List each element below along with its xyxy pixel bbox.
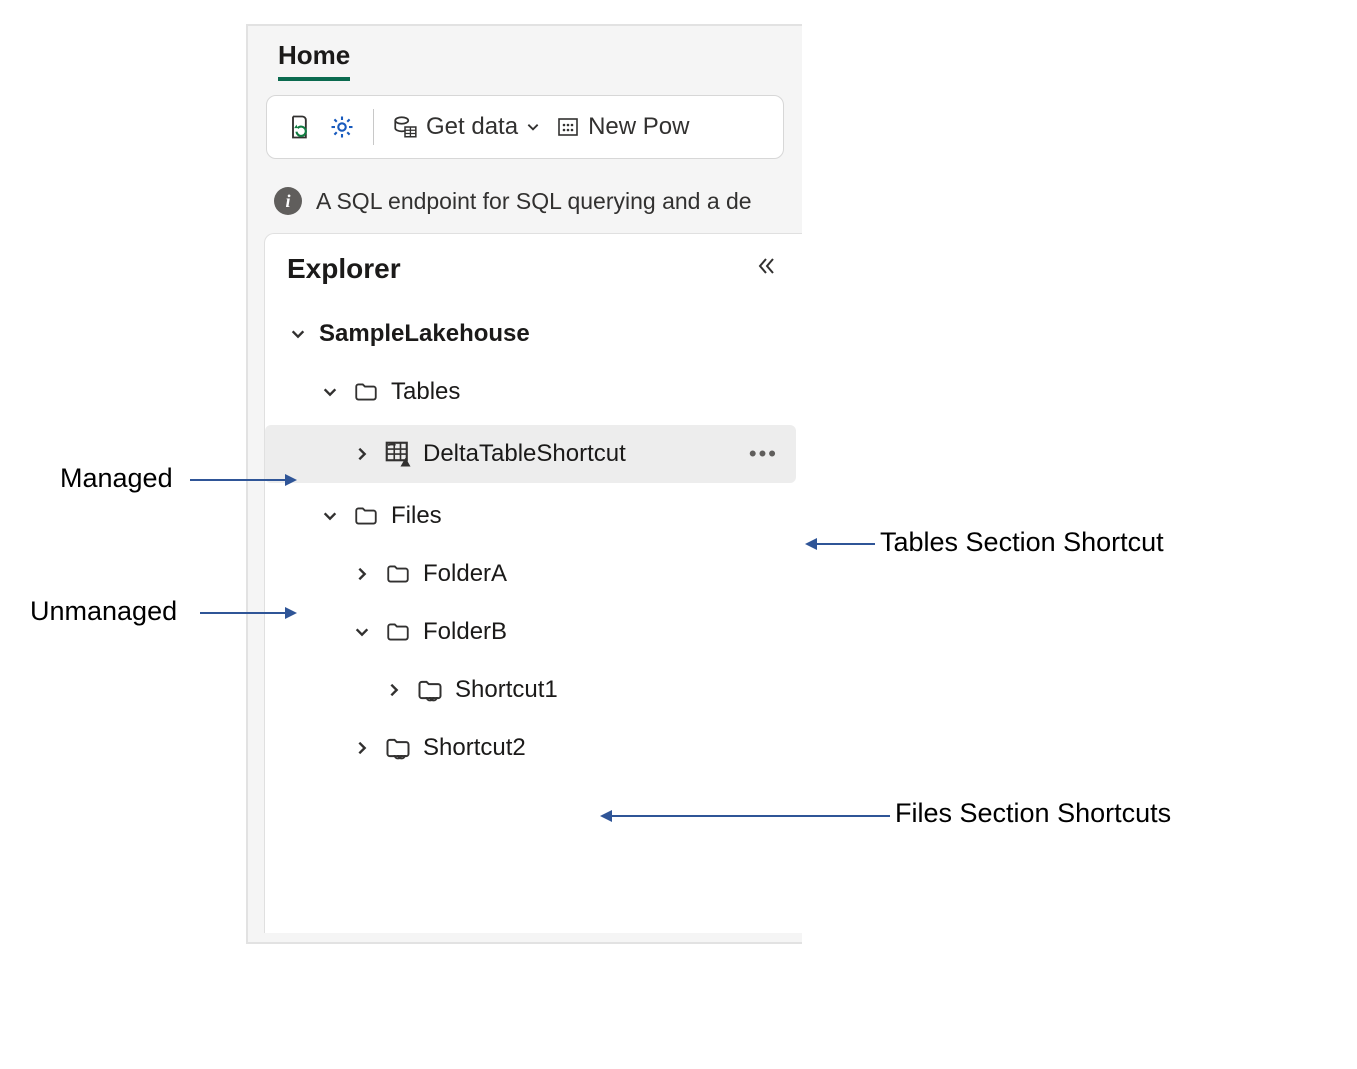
chevron-down-icon: [526, 120, 540, 134]
tree-label: SampleLakehouse: [319, 320, 530, 348]
tree-label: Tables: [391, 378, 460, 406]
database-grid-icon: [392, 114, 418, 140]
tree-label: Shortcut2: [423, 734, 526, 762]
folder-icon: [383, 617, 413, 647]
tabstrip: Home: [248, 26, 802, 81]
tree-node-shortcut2[interactable]: Shortcut2: [265, 719, 802, 777]
explorer-title: Explorer: [287, 253, 401, 285]
tree-label: Shortcut1: [455, 676, 558, 704]
chevron-right-icon: [351, 443, 373, 465]
explorer-tree: SampleLakehouse Tables: [265, 305, 802, 777]
settings-gear-icon[interactable]: [325, 107, 359, 147]
folder-icon: [383, 559, 413, 589]
info-icon: i: [274, 187, 302, 215]
refresh-icon[interactable]: [283, 107, 317, 147]
chevron-right-icon: [351, 737, 373, 759]
folder-icon: [351, 377, 381, 407]
get-data-label: Get data: [426, 113, 518, 141]
tree-node-files[interactable]: Files: [265, 487, 802, 545]
explorer-panel: Explorer SampleLakehouse: [264, 233, 802, 933]
tree-node-lakehouse[interactable]: SampleLakehouse: [265, 305, 802, 363]
info-text: A SQL endpoint for SQL querying and a de: [316, 188, 752, 215]
get-data-button[interactable]: Get data: [388, 111, 544, 143]
delta-table-shortcut-icon: [383, 439, 413, 469]
tree-node-folder-b[interactable]: FolderB: [265, 603, 802, 661]
annotation-unmanaged: Unmanaged: [30, 596, 177, 627]
new-power-label: New Pow: [588, 113, 689, 141]
arrow-tables-shortcut: [805, 534, 875, 554]
tree-node-tables[interactable]: Tables: [265, 363, 802, 421]
new-power-button[interactable]: New Pow: [552, 111, 693, 143]
chevron-down-icon: [319, 505, 341, 527]
tree-label: FolderA: [423, 560, 507, 588]
explorer-header: Explorer: [265, 246, 802, 305]
grid-dots-icon: [556, 115, 580, 139]
more-options-button[interactable]: •••: [749, 441, 786, 467]
tree-label: DeltaTableShortcut: [423, 440, 626, 468]
annotation-managed: Managed: [60, 463, 173, 494]
tree-label: Files: [391, 502, 442, 530]
chevron-down-icon: [287, 323, 309, 345]
chevron-right-icon: [383, 679, 405, 701]
chevron-down-icon: [351, 621, 373, 643]
tree-label: FolderB: [423, 618, 507, 646]
ribbon-divider: [373, 109, 374, 145]
ribbon: Get data New Pow: [266, 95, 784, 159]
chevron-down-icon: [319, 381, 341, 403]
annotation-files-shortcuts: Files Section Shortcuts: [895, 798, 1171, 829]
folder-shortcut-icon: [383, 733, 413, 763]
chevron-right-icon: [351, 563, 373, 585]
info-bar: i A SQL endpoint for SQL querying and a …: [248, 187, 802, 215]
collapse-explorer-button[interactable]: [750, 250, 782, 287]
annotation-tables-shortcut: Tables Section Shortcut: [880, 527, 1164, 558]
tab-home[interactable]: Home: [278, 40, 350, 81]
folder-shortcut-icon: [415, 675, 445, 705]
folder-icon: [351, 501, 381, 531]
lakehouse-panel: Home: [246, 24, 802, 944]
tree-node-folder-a[interactable]: FolderA: [265, 545, 802, 603]
chevron-double-left-icon: [754, 254, 778, 278]
tree-node-shortcut1[interactable]: Shortcut1: [265, 661, 802, 719]
tree-node-delta-shortcut[interactable]: DeltaTableShortcut •••: [265, 425, 796, 483]
